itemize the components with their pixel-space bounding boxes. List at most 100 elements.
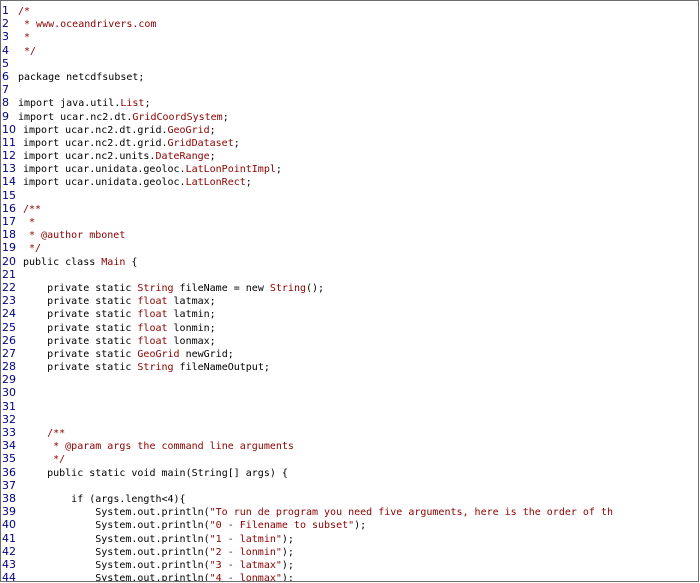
code-line[interactable]: 44 System.out.println("4 - lonmax");	[2, 571, 698, 582]
code-line[interactable]: 34 * @param args the command line argume…	[2, 439, 698, 452]
code-token-comment: */	[18, 45, 37, 57]
line-number: 7	[2, 83, 9, 97]
code-line[interactable]: 42 System.out.println("2 - lonmin");	[2, 545, 698, 558]
code-line[interactable]: 32	[2, 413, 698, 426]
code-line[interactable]: 11 import ucar.nc2.dt.grid.GridDataset;	[2, 136, 698, 149]
code-token-comment: /**	[23, 203, 42, 215]
code-line[interactable]: 39 System.out.println("To run de program…	[2, 505, 698, 518]
line-number: 39	[2, 505, 16, 519]
code-line[interactable]: 19 */	[2, 241, 698, 254]
code-text: public class Main {	[23, 257, 137, 268]
code-text: import ucar.nc2.units.DateRange;	[23, 151, 216, 162]
code-token-plain: );	[281, 533, 294, 545]
code-token-plain: ;	[245, 177, 252, 189]
code-line[interactable]: 30	[2, 386, 698, 399]
code-text: *	[18, 32, 30, 43]
code-line[interactable]: 3 *	[2, 30, 698, 43]
code-line[interactable]: 2 * www.oceandrivers.com	[2, 17, 698, 30]
code-token-plain: newGrid;	[179, 348, 234, 360]
code-line[interactable]: 8 import java.util.List;	[2, 96, 698, 109]
code-token-type: float	[137, 335, 168, 347]
code-line[interactable]: 4 */	[2, 44, 698, 57]
line-number: 38	[2, 491, 16, 505]
code-token-plain: fileNameOutput;	[173, 362, 270, 374]
code-token-type: float	[137, 296, 168, 308]
code-line[interactable]: 29	[2, 373, 698, 386]
code-token-plain: ;	[209, 151, 216, 163]
code-line[interactable]: 38 if (args.length<4){	[2, 492, 698, 505]
line-number: 43	[2, 557, 16, 571]
code-line[interactable]: 18 * @author mbonet	[2, 228, 698, 241]
code-line[interactable]: 13 import ucar.unidata.geoloc.LatLonPoint…	[2, 162, 698, 175]
code-line[interactable]: 9 import ucar.nc2.dt.GridCoordSystem;	[2, 110, 698, 123]
code-token-type: String	[269, 282, 306, 294]
code-token-plain: import ucar.nc2.dt.grid.	[23, 124, 168, 136]
code-line[interactable]: 37	[2, 479, 698, 492]
code-line[interactable]: 31	[2, 400, 698, 413]
code-line[interactable]: 21	[2, 268, 698, 281]
code-token-plain: System.out.println(	[95, 533, 210, 545]
line-number: 30	[2, 386, 16, 400]
code-line[interactable]: 10 import ucar.nc2.dt.grid.GeoGrid;	[2, 123, 698, 136]
code-token-plain: System.out.println(	[95, 573, 210, 582]
code-token-str: "1 - latmin"	[209, 533, 282, 545]
code-line[interactable]: 14 import ucar.unidata.geoloc.LatLonRect;	[2, 175, 698, 188]
code-token-plain: ;	[144, 98, 151, 110]
code-line[interactable]: 16 /**	[2, 202, 698, 215]
code-line[interactable]: 1 /*	[2, 4, 698, 17]
line-number: 3	[2, 30, 9, 44]
code-line[interactable]: 15	[2, 189, 698, 202]
code-line[interactable]: 27 private static GeoGrid newGrid;	[2, 347, 698, 360]
code-line[interactable]: 43 System.out.println("3 - latmax");	[2, 558, 698, 571]
code-text: * @author mbonet	[23, 230, 125, 241]
code-line[interactable]: 22 private static String fileName = new …	[2, 281, 698, 294]
code-token-plain: lonmin;	[167, 322, 216, 334]
code-editor-frame: 1/* 2 * www.oceandrivers.com 3 * 4 */5 6 pack…	[0, 0, 699, 582]
code-line[interactable]: 17 *	[2, 215, 698, 228]
line-number: 29	[2, 373, 16, 387]
code-text: import java.util.List;	[18, 98, 150, 109]
code-token-plain: ;	[209, 124, 216, 136]
code-line[interactable]: 41 System.out.println("1 - latmin");	[2, 532, 698, 545]
line-number: 44	[2, 571, 16, 582]
code-line[interactable]: 36 public static void main(String[] args…	[2, 466, 698, 479]
code-line[interactable]: 12 import ucar.nc2.units.DateRange;	[2, 149, 698, 162]
code-token-type: List	[120, 98, 145, 110]
code-token-type: LatLonRect	[185, 177, 246, 189]
code-line[interactable]: 5	[2, 57, 698, 70]
code-token-comment: */	[47, 454, 66, 466]
code-line[interactable]: 26 private static float lonmax;	[2, 334, 698, 347]
line-number: 23	[2, 294, 16, 308]
code-token-comment: * www.oceandrivers.com	[18, 19, 157, 31]
code-token-plain: private static	[47, 309, 138, 321]
code-text: System.out.println("3 - latmax");	[23, 560, 294, 571]
line-number: 41	[2, 531, 16, 545]
code-token-plain: private static	[47, 282, 138, 294]
code-line[interactable]: 7	[2, 83, 698, 96]
code-text: /**	[23, 204, 41, 215]
code-text: public static void main(String[] args) {	[23, 468, 288, 479]
code-line[interactable]: 40 System.out.println("0 - Filename to s…	[2, 518, 698, 531]
code-editor[interactable]: 1/* 2 * www.oceandrivers.com 3 * 4 */5 6 pack…	[2, 4, 698, 582]
code-token-comment: *	[23, 217, 36, 228]
line-number: 42	[2, 544, 16, 558]
code-line[interactable]: 23 private static float latmax;	[2, 294, 698, 307]
code-text: System.out.println("1 - latmin");	[23, 534, 294, 545]
code-line[interactable]: 25 private static float lonmin;	[2, 321, 698, 334]
code-line[interactable]: 28 private static String fileNameOutput;	[2, 360, 698, 373]
code-line[interactable]: 33 /**	[2, 426, 698, 439]
code-line[interactable]: 6 package netcdfsubset;	[2, 70, 698, 83]
code-token-comment: /*	[18, 6, 31, 17]
code-line[interactable]: 24 private static float latmin;	[2, 307, 698, 320]
code-line[interactable]: 35 */	[2, 452, 698, 465]
code-token-type: GridDataset	[167, 137, 234, 149]
line-number: 10	[2, 122, 16, 136]
code-line[interactable]: 20 public class Main {	[2, 255, 698, 268]
code-token-plain: private static	[47, 335, 138, 347]
code-text: System.out.println("To run de program yo…	[23, 507, 613, 518]
